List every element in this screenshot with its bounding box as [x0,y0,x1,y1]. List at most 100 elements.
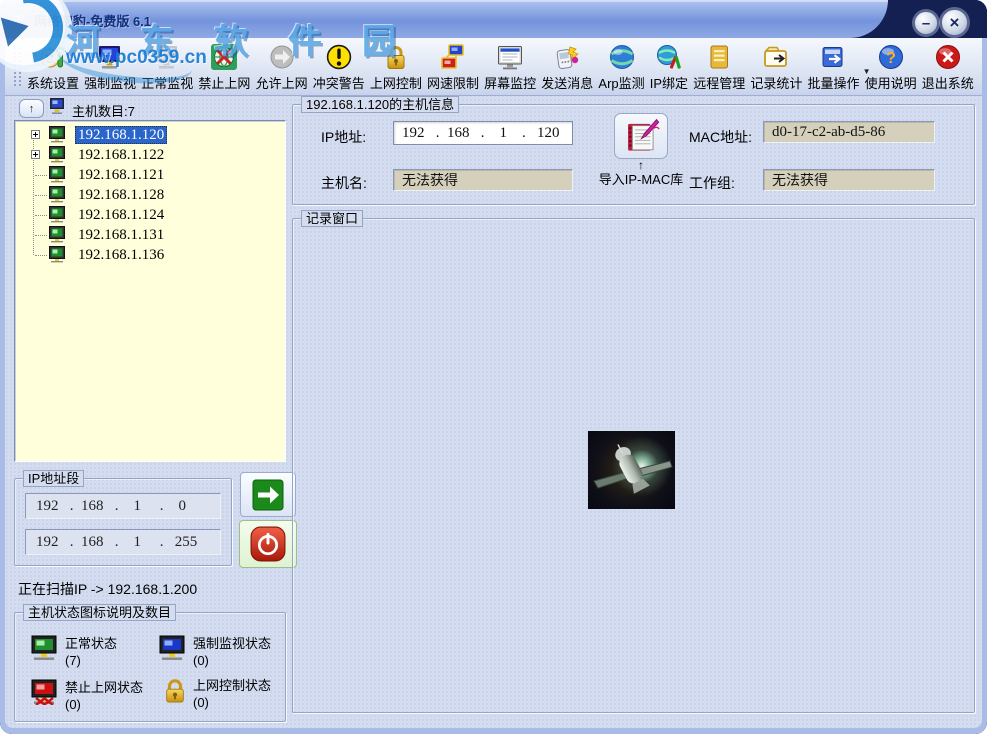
toolbar: 系统设置 强制监视 正常监视 禁止上网 允许上网 冲突警告 上网控制 网速限制 [5,38,982,96]
import-button-label: 导入IP-MAC库 [591,172,691,187]
tree-item[interactable]: 192.168.1.120 [17,125,283,145]
up-arrow-icon: ↑ [29,103,35,115]
tree-item[interactable]: 192.168.1.121 [17,165,283,185]
workgroup-label: 工作组: [689,173,735,193]
host-monitor-icon [49,146,66,163]
status-legend-item: 正常状态 (7) [31,635,117,669]
monitor-blue-icon [96,43,124,71]
minimize-icon: – [922,16,930,31]
toolbar-button-conflict-alert[interactable]: 冲突警告 [313,43,365,95]
toolbar-button-help[interactable]: 使用说明 [865,43,917,95]
toolbar-label: IP绑定 [650,73,688,92]
hostname-field[interactable]: 无法获得 [393,169,573,191]
tree-item[interactable]: 192.168.1.124 [17,205,283,225]
globe-block-icon [210,43,238,71]
start-scan-button[interactable] [240,472,296,517]
toolbar-button-record-stats[interactable]: 记录统计 [750,43,802,95]
window-title: 网络智豹-免费版 6.1 [34,11,151,30]
expand-icon[interactable] [31,150,40,159]
host-tree[interactable]: 192.168.1.120 192.168.1.122 192.168.1.12… [14,120,286,462]
host-info-legend: 192.168.1.120的主机信息 [301,96,459,113]
toolbar-button-force-monitor[interactable]: 强制监视 [84,43,136,95]
host-monitor-icon [49,246,66,263]
ip-label: IP地址: [321,127,366,147]
mac-label: MAC地址: [689,127,752,147]
tree-connector [35,195,47,196]
toolbar-label: 屏幕监控 [484,73,536,92]
tree-item-label: 192.168.1.128 [75,186,167,204]
tree-connector [35,175,47,176]
send-message-icon [553,43,581,71]
toolbar-button-exit[interactable]: 退出系统 [922,43,974,95]
tree-item[interactable]: 192.168.1.128 [17,185,283,205]
title-bar: ✳ 网络智豹-免费版 6.1 – × [0,0,987,38]
toolbar-label: 批量操作 [807,73,859,92]
import-ip-mac-control: ↑ 导入IP-MAC库 [591,113,691,187]
stop-power-icon [250,526,286,562]
ip-range-group: IP地址段 192 . 168 . 1 . 0 192 . 168 . 1 . … [14,478,232,566]
expand-icon[interactable] [31,130,40,139]
toolbar-button-arp-monitor[interactable]: Arp监测 [598,43,644,95]
document-icon [705,43,733,71]
host-count-label: 主机数目:7 [72,101,135,120]
ip-range-end-input[interactable]: 192 . 168 . 1 . 255 [25,529,221,555]
toolbar-button-allow-internet[interactable]: 允许上网 [256,43,308,95]
toolbar-label: 记录统计 [750,73,802,92]
toolbar-button-block-internet[interactable]: 禁止上网 [198,43,250,95]
app-window: ✳ 网络智豹-免费版 6.1 – × 系统设置 强制监视 正常监视 禁止上网 [0,0,987,734]
scroll-up-button[interactable]: ↑ [19,99,44,118]
arrow-allow-icon [268,43,296,71]
status-label: 强制监视状态 [193,635,271,652]
toolbar-button-remote-manage[interactable]: 远程管理 [693,43,745,95]
toolbar-label: 网速限制 [427,73,479,92]
monitor-green-icon [31,635,59,661]
tree-item[interactable]: 192.168.1.122 [17,145,283,165]
toolbar-button-normal-monitor[interactable]: 正常监视 [141,43,193,95]
stop-scan-button[interactable] [239,520,297,568]
host-info-group: 192.168.1.120的主机信息 IP地址: 192 . 168 . 1 .… [292,104,975,205]
toolbar-label: 允许上网 [256,73,308,92]
toolbar-button-send-message[interactable]: 发送消息 [541,43,593,95]
host-monitor-icon [49,206,66,223]
tree-item-label: 192.168.1.120 [75,126,167,144]
help-icon [877,43,905,71]
scan-status-text: 正在扫描IP -> 192.168.1.200 [18,579,197,599]
monitor-gray-icon [153,43,181,71]
ip-input[interactable]: 192 . 168 . 1 . 120 [393,121,573,145]
toolbar-gripper[interactable] [19,47,21,86]
tree-connector [35,255,47,256]
status-count: (0) [65,696,143,713]
toolbar-button-batch-operations[interactable]: 批量操作 ▼ [807,43,859,95]
screen-monitor-icon [496,43,524,71]
toolbar-button-speed-limit[interactable]: 网速限制 [427,43,479,95]
workgroup-field[interactable]: 无法获得 [763,169,935,191]
monitor-red-x-icon [31,679,59,705]
minimize-button[interactable]: – [914,11,938,35]
ip-range-start-input[interactable]: 192 . 168 . 1 . 0 [25,493,221,519]
status-count: (7) [65,652,117,669]
batch-icon [819,43,847,71]
status-label: 禁止上网状态 [65,679,143,696]
close-button[interactable]: × [941,9,968,36]
monitor-blue-icon [159,635,187,661]
hostname-label: 主机名: [321,173,367,193]
toolbar-gripper[interactable] [14,47,16,86]
padlock-icon [382,43,410,71]
record-window-legend: 记录窗口 [301,210,363,227]
host-monitor-icon [49,186,66,203]
tree-item[interactable]: 192.168.1.131 [17,225,283,245]
toolbar-button-screen-monitor[interactable]: 屏幕监控 [484,43,536,95]
import-ip-mac-button[interactable] [614,113,668,159]
toolbar-label: 发送消息 [541,73,593,92]
toolbar-label: 强制监视 [84,73,136,92]
tree-item[interactable]: 192.168.1.136 [17,245,283,265]
folder-arrow-icon [762,43,790,71]
host-monitor-icon [49,226,66,243]
toolbar-button-ip-binding[interactable]: IP绑定 [650,43,688,95]
toolbar-button-internet-control[interactable]: 上网控制 [370,43,422,95]
tree-connector [35,215,47,216]
toolbar-label: 正常监视 [141,73,193,92]
satellite-image [588,431,675,509]
toolbar-button-system-settings[interactable]: 系统设置 [27,43,79,95]
mac-field[interactable]: d0-17-c2-ab-d5-86 [763,121,935,143]
